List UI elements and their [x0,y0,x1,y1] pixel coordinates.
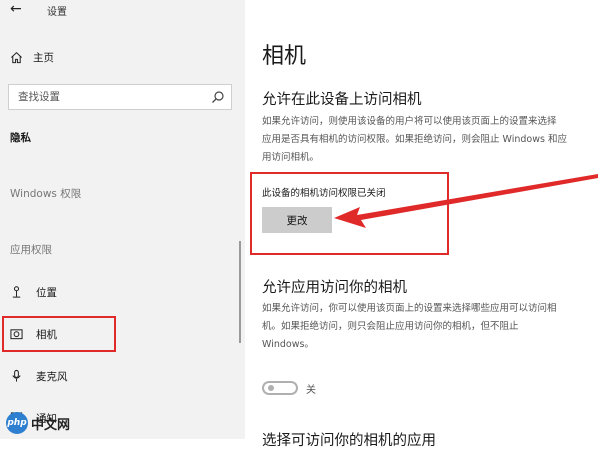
section-description-line: 用访问相机。 [262,152,320,163]
sidebar-item-location[interactable]: 位置 [10,282,57,302]
toggle-state-label: 关 [306,385,316,396]
sidebar: ← 设置 主页 隐私 Windows 权限 应用权限 位置 相机 [0,0,245,439]
section-heading-choose-apps: 选择可访问你的相机的应用 [262,433,436,449]
annotation-arrow [334,174,598,228]
watermark: php 中文网 [6,412,70,434]
home-icon [11,51,22,63]
sidebar-item-label: 位置 [36,286,57,299]
section-description-line: Windows。 [262,339,314,350]
watermark-text: 中文网 [31,417,71,433]
back-button[interactable]: ← [10,2,28,20]
microphone-icon [12,369,21,382]
search-box [8,84,232,110]
sidebar-item-home[interactable]: 主页 [10,48,54,66]
section-description-line: 如果允许访问，你可以使用该页面上的设置来选择哪些应用可以访问相 [262,303,557,314]
toggle-knob [268,385,274,391]
search-input[interactable] [9,85,208,109]
sidebar-item-label: 主页 [33,51,54,64]
sidebar-item-label: 麦克风 [36,370,68,383]
section-description-line: 如果允许访问，则使用该设备的用户将可以使用该页面上的设置来选择 [262,116,557,127]
sidebar-item-microphone[interactable]: 麦克风 [10,366,68,386]
search-icon[interactable] [211,90,225,104]
app-access-toggle[interactable] [262,381,298,395]
section-title-privacy: 隐私 [10,132,31,144]
sidebar-scrollbar[interactable] [239,241,241,343]
location-icon [12,286,21,298]
page-title: 相机 [262,44,307,69]
watermark-logo: php [6,412,28,434]
camera-annotation-box [2,316,116,352]
section-heading-device-access: 允许在此设备上访问相机 [262,92,422,108]
section-description-line: 应用是否具有相机的访问权限。如果拒绝访问，则会阻止 Windows 和应 [262,134,567,145]
group-label-app: 应用权限 [10,244,52,256]
app-title: 设置 [47,7,67,18]
group-label-windows: Windows 权限 [10,188,82,200]
section-description-line: 机。如果拒绝访问，则只会阻止应用访问你的相机，但不阻止 [262,321,519,332]
section-heading-app-access: 允许应用访问你的相机 [262,280,407,296]
